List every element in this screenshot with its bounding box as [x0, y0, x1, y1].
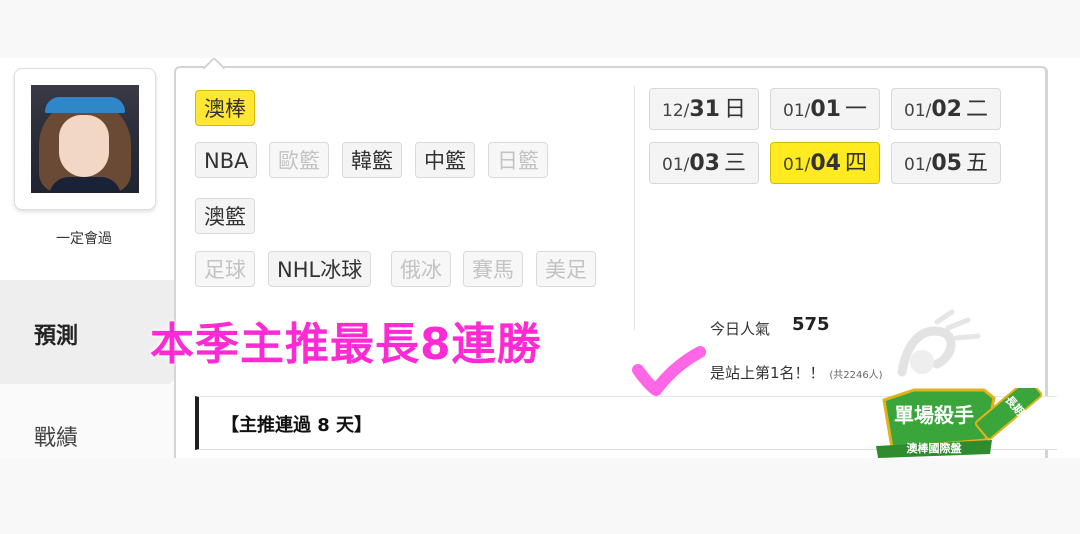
watermark-icon	[897, 309, 981, 377]
streak-section-title: 【主推連過 8 天】	[221, 415, 373, 436]
username[interactable]: 一定會過	[14, 228, 154, 248]
sport-chip-horse-racing: 賽馬	[463, 251, 523, 287]
sport-chip-soccer: 足球	[195, 251, 255, 287]
tab-record-label: 戰績	[34, 426, 79, 451]
date-button[interactable]: 12/31 日	[649, 88, 759, 130]
sport-chip-aus-baseball[interactable]: 澳棒	[195, 90, 255, 126]
date-button[interactable]: 01/01 一	[770, 88, 880, 130]
sport-chip-nhl[interactable]: NHL冰球	[268, 251, 372, 287]
tab-forecast[interactable]: 預測	[0, 280, 174, 384]
sport-chip-china-basketball[interactable]: 中籃	[415, 142, 475, 178]
avatar	[31, 85, 139, 193]
checkmark-icon	[632, 346, 706, 396]
popularity-label: 今日人氣	[710, 320, 771, 338]
date-button[interactable]: 01/05 五	[891, 142, 1001, 184]
rank-total: (共2246人)	[829, 370, 883, 381]
sport-chip-aus-basketball[interactable]: 澳籃	[195, 198, 255, 234]
badge-subtitle: 澳棒國際盤	[907, 441, 963, 455]
killer-badge: 單場殺手 澳棒國際盤 長期穩定	[876, 388, 1043, 458]
promo-banner-text: 本季主推最長8連勝	[150, 319, 542, 370]
badge-title: 單場殺手	[894, 403, 974, 427]
sport-chip-korea-basketball[interactable]: 韓籃	[342, 142, 402, 178]
sport-chip-russia-hockey: 俄冰	[391, 251, 451, 287]
tab-forecast-label: 預測	[34, 324, 79, 349]
avatar-card[interactable]	[14, 68, 156, 210]
date-button-selected[interactable]: 01/04 四	[770, 142, 880, 184]
sport-chip-euro-basketball: 歐籃	[269, 142, 329, 178]
sport-chip-nba[interactable]: NBA	[195, 142, 258, 178]
rank-text: 是站上第1名！！ (共2246人)	[710, 364, 883, 382]
sport-chip-american-football: 美足	[536, 251, 596, 287]
date-button[interactable]: 01/03 三	[649, 142, 759, 184]
date-button[interactable]: 01/02 二	[891, 88, 1001, 130]
sport-chip-japan-basketball: 日籃	[488, 142, 548, 178]
page-stage: 一定會過 預測 戰績 澳棒 NBA 歐籃 韓籃 中籃 日籃 澳籃 足球 NHL冰…	[0, 58, 1080, 458]
panel-divider	[634, 86, 635, 330]
tab-record[interactable]: 戰績	[0, 384, 174, 458]
popularity-value: 575	[792, 314, 830, 335]
